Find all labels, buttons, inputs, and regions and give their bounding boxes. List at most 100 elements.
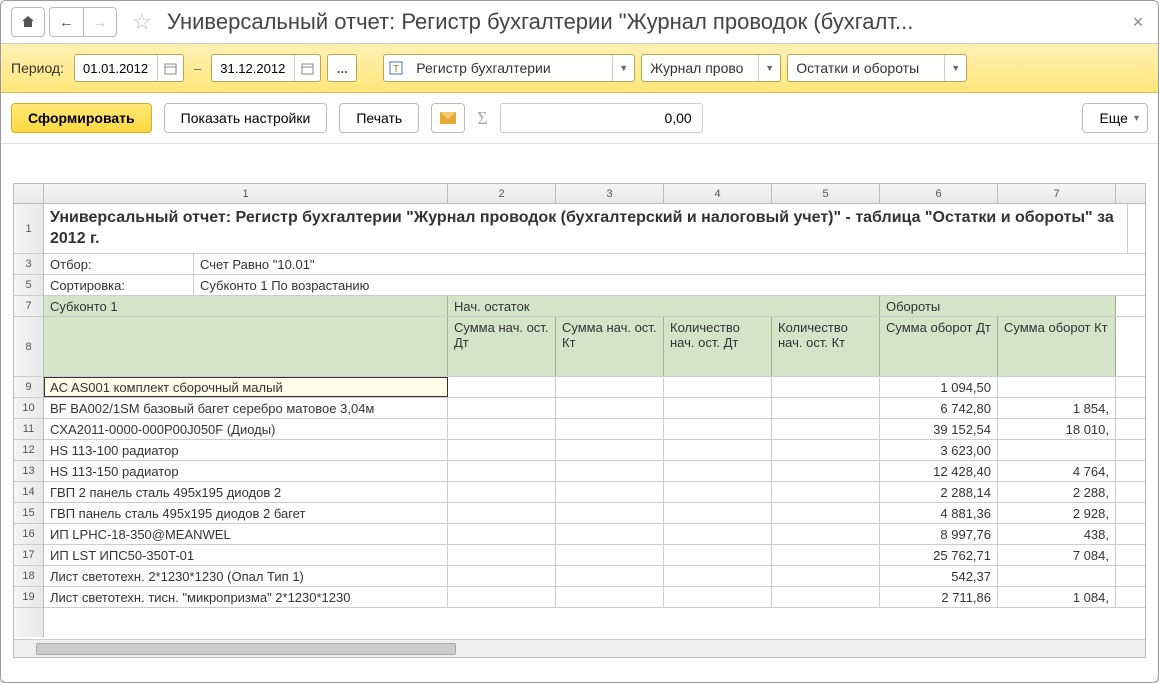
cell-name[interactable]: Лист светотехн. 2*1230*1230 (Опал Тип 1) (44, 566, 448, 586)
row-header[interactable]: 7 (14, 296, 43, 317)
back-button[interactable]: ← (49, 7, 83, 37)
spreadsheet[interactable]: 1 2 3 4 5 6 7 1 3 5 7 8 9 10 11 12 13 14… (13, 183, 1146, 658)
cell-oborot-kt[interactable] (998, 566, 1116, 586)
table-row[interactable]: ГВП 2 панель сталь 495х195 диодов 2 2 28… (44, 482, 1145, 503)
cell-name[interactable]: AC AS001 комплект сборочный малый (44, 377, 448, 397)
row-header[interactable]: 11 (14, 419, 43, 440)
sum-input[interactable] (500, 103, 703, 133)
row-header[interactable]: 15 (14, 503, 43, 524)
email-button[interactable] (431, 103, 465, 133)
cell-name[interactable]: HS 113-100 радиатор (44, 440, 448, 460)
table-row[interactable]: ИП LST ИПС50-350T-01 25 762,71 7 084, (44, 545, 1145, 566)
cell-oborot-dt[interactable]: 12 428,40 (880, 461, 998, 481)
cell-name[interactable]: ГВП панель сталь 495х195 диодов 2 багет (44, 503, 448, 523)
generate-button[interactable]: Сформировать (11, 103, 152, 133)
cell-oborot-kt[interactable] (998, 377, 1116, 397)
table-row[interactable]: AC AS001 комплект сборочный малый 1 094,… (44, 377, 1145, 398)
table-row[interactable]: ИП LPHC-18-350@MEANWEL 8 997,76 438, (44, 524, 1145, 545)
cell-oborot-dt[interactable]: 1 094,50 (880, 377, 998, 397)
sigma-icon[interactable]: Σ (477, 108, 487, 129)
sort-row: Сортировка: Субконто 1 По возрастанию (44, 275, 1145, 296)
more-button[interactable]: Еще (1082, 103, 1148, 133)
chevron-down-icon[interactable]: ▼ (612, 55, 634, 81)
row-header[interactable]: 18 (14, 566, 43, 587)
row-header[interactable]: 9 (14, 377, 43, 398)
date-from-input[interactable] (75, 55, 157, 81)
hdr-subkonto: Субконто 1 (44, 296, 448, 316)
show-settings-button[interactable]: Показать настройки (164, 103, 328, 133)
print-button[interactable]: Печать (339, 103, 419, 133)
row-header[interactable]: 8 (14, 317, 43, 377)
row-header[interactable]: 1 (14, 204, 43, 254)
column-ruler: 1 2 3 4 5 6 7 (14, 184, 1145, 204)
row-header[interactable]: 12 (14, 440, 43, 461)
col-header[interactable]: 6 (880, 184, 998, 203)
cell-name[interactable]: ИП LST ИПС50-350T-01 (44, 545, 448, 565)
chevron-down-icon[interactable]: ▼ (758, 55, 780, 81)
col-header[interactable]: 2 (448, 184, 556, 203)
cell-name[interactable]: BF BA002/1SM базовый багет серебро матов… (44, 398, 448, 418)
row-header[interactable]: 19 (14, 587, 43, 608)
cell-name[interactable]: ГВП 2 панель сталь 495х195 диодов 2 (44, 482, 448, 502)
cell-oborot-dt[interactable]: 542,37 (880, 566, 998, 586)
cell-oborot-dt[interactable]: 25 762,71 (880, 545, 998, 565)
table-row[interactable]: ГВП панель сталь 495х195 диодов 2 багет … (44, 503, 1145, 524)
journal-select[interactable]: Журнал прово ▼ (641, 54, 781, 82)
cell-oborot-dt[interactable]: 4 881,36 (880, 503, 998, 523)
col-header[interactable]: 3 (556, 184, 664, 203)
date-to-input[interactable] (212, 55, 294, 81)
cell-oborot-kt[interactable]: 1 084, (998, 587, 1116, 607)
col-header[interactable]: 4 (664, 184, 772, 203)
chevron-down-icon[interactable]: ▼ (944, 55, 966, 81)
date-from-field[interactable] (74, 54, 184, 82)
row-header[interactable]: 5 (14, 275, 43, 296)
window-title: Универсальный отчет: Регистр бухгалтерии… (167, 9, 1124, 35)
cell-name[interactable]: HS 113-150 радиатор (44, 461, 448, 481)
col-header[interactable]: 1 (44, 184, 448, 203)
row-header[interactable]: 17 (14, 545, 43, 566)
cell-oborot-dt[interactable]: 3 623,00 (880, 440, 998, 460)
col-header[interactable]: 5 (772, 184, 880, 203)
cell-name[interactable]: Лист светотехн. тисн. "микропризма" 2*12… (44, 587, 448, 607)
favorite-icon[interactable]: ☆ (127, 7, 157, 37)
row-header[interactable]: 16 (14, 524, 43, 545)
cell-oborot-dt[interactable]: 8 997,76 (880, 524, 998, 544)
row-header[interactable]: 14 (14, 482, 43, 503)
register-select[interactable]: T Регистр бухгалтерии ▼ (383, 54, 635, 82)
table-row[interactable]: CXA2011-0000-000P00J050F (Диоды) 39 152,… (44, 419, 1145, 440)
row-header[interactable]: 10 (14, 398, 43, 419)
scrollbar-thumb[interactable] (36, 643, 456, 655)
cell-oborot-kt[interactable]: 7 084, (998, 545, 1116, 565)
col-header[interactable]: 7 (998, 184, 1116, 203)
calendar-icon[interactable] (294, 55, 320, 81)
cell-oborot-kt[interactable]: 18 010, (998, 419, 1116, 439)
titlebar: ← → ☆ Универсальный отчет: Регистр бухга… (1, 1, 1158, 44)
cell-oborot-kt[interactable]: 1 854, (998, 398, 1116, 418)
forward-button[interactable]: → (83, 7, 117, 37)
home-button[interactable] (11, 7, 45, 37)
cell-oborot-dt[interactable]: 39 152,54 (880, 419, 998, 439)
cell-oborot-dt[interactable]: 2 288,14 (880, 482, 998, 502)
table-row[interactable]: Лист светотехн. тисн. "микропризма" 2*12… (44, 587, 1145, 608)
cell-oborot-kt[interactable] (998, 440, 1116, 460)
table-select[interactable]: Остатки и обороты ▼ (787, 54, 967, 82)
row-header[interactable]: 13 (14, 461, 43, 482)
cell-oborot-dt[interactable]: 2 711,86 (880, 587, 998, 607)
period-picker-button[interactable]: ... (327, 54, 357, 82)
table-row[interactable]: HS 113-150 радиатор 12 428,40 4 764, (44, 461, 1145, 482)
cell-oborot-kt[interactable]: 2 288, (998, 482, 1116, 502)
close-button[interactable]: × (1128, 12, 1148, 32)
cell-oborot-dt[interactable]: 6 742,80 (880, 398, 998, 418)
table-row[interactable]: BF BA002/1SM базовый багет серебро матов… (44, 398, 1145, 419)
table-row[interactable]: Лист светотехн. 2*1230*1230 (Опал Тип 1)… (44, 566, 1145, 587)
cell-oborot-kt[interactable]: 438, (998, 524, 1116, 544)
cell-name[interactable]: CXA2011-0000-000P00J050F (Диоды) (44, 419, 448, 439)
table-row[interactable]: HS 113-100 радиатор 3 623,00 (44, 440, 1145, 461)
cell-name[interactable]: ИП LPHC-18-350@MEANWEL (44, 524, 448, 544)
calendar-icon[interactable] (157, 55, 183, 81)
cell-oborot-kt[interactable]: 4 764, (998, 461, 1116, 481)
row-header[interactable]: 3 (14, 254, 43, 275)
date-to-field[interactable] (211, 54, 321, 82)
horizontal-scrollbar[interactable] (14, 639, 1145, 657)
cell-oborot-kt[interactable]: 2 928, (998, 503, 1116, 523)
